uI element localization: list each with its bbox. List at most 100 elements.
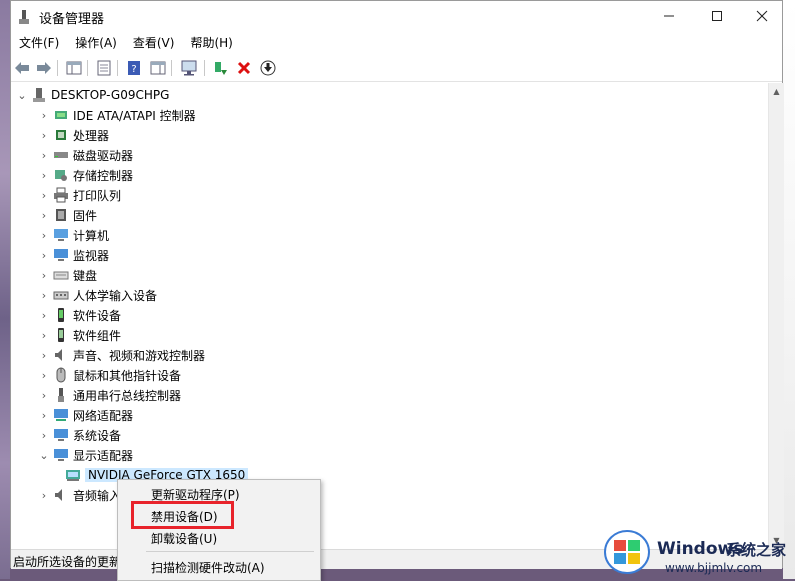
- watermark-url: www.bjjmlv.com: [665, 561, 763, 575]
- chevron-right-icon[interactable]: ›: [39, 365, 49, 385]
- chevron-right-icon[interactable]: ›: [39, 145, 49, 165]
- close-button[interactable]: [739, 1, 785, 31]
- toolbar-divider: [57, 60, 58, 76]
- uninstall-icon[interactable]: [235, 59, 253, 77]
- chevron-right-icon[interactable]: ›: [39, 205, 49, 225]
- tree-category[interactable]: › 声音、视频和游戏控制器: [39, 345, 205, 365]
- chevron-right-icon[interactable]: ›: [39, 225, 49, 245]
- tree-root[interactable]: ⌄ DESKTOP-G09CHPG: [17, 85, 169, 105]
- hid-icon: [53, 287, 69, 303]
- tree-category[interactable]: › 存储控制器: [39, 165, 133, 185]
- tree-category[interactable]: › IDE ATA/ATAPI 控制器: [39, 105, 196, 125]
- properties-icon[interactable]: [95, 59, 113, 77]
- chevron-right-icon[interactable]: ›: [39, 105, 49, 125]
- printer-icon: [53, 187, 69, 203]
- menu-help[interactable]: 帮助(H): [182, 31, 240, 53]
- chevron-right-icon[interactable]: ›: [39, 185, 49, 205]
- display-adapter-icon: [65, 467, 81, 483]
- minimize-button[interactable]: [646, 1, 692, 31]
- tree-category-label: 磁盘驱动器: [73, 148, 134, 163]
- disk-icon: [53, 147, 69, 163]
- tree-category-label: 显示适配器: [73, 448, 134, 463]
- disable-device-icon[interactable]: [259, 59, 277, 77]
- computer-icon: [31, 87, 47, 103]
- scroll-up-icon[interactable]: ▲: [769, 83, 784, 100]
- chevron-right-icon[interactable]: ›: [39, 385, 49, 405]
- chevron-down-icon[interactable]: ⌄: [17, 85, 27, 105]
- chevron-right-icon[interactable]: ›: [39, 165, 49, 185]
- tree-category[interactable]: › 软件设备: [39, 305, 121, 325]
- tree-category[interactable]: › 软件组件: [39, 325, 121, 345]
- update-driver-icon[interactable]: [211, 59, 229, 77]
- tree-category[interactable]: ⌄ 显示适配器: [39, 445, 133, 465]
- highlight-annotation: [131, 501, 234, 529]
- chevron-right-icon[interactable]: ›: [39, 325, 49, 345]
- chevron-right-icon[interactable]: ›: [39, 345, 49, 365]
- tree-category[interactable]: › 监视器: [39, 245, 109, 265]
- computer-icon: [53, 227, 69, 243]
- tree-item-audio[interactable]: › 音频输入: [39, 485, 121, 505]
- chevron-right-icon[interactable]: ›: [39, 425, 49, 445]
- menu-view[interactable]: 查看(V): [125, 31, 183, 53]
- menu-bar: 文件(F) 操作(A) 查看(V) 帮助(H): [11, 31, 782, 53]
- mouse-icon: [53, 367, 69, 383]
- tree-category[interactable]: › 处理器: [39, 125, 109, 145]
- tree-category[interactable]: › 打印队列: [39, 185, 121, 205]
- tree-category[interactable]: › 人体学输入设备: [39, 285, 157, 305]
- tree-category-label: 处理器: [73, 128, 110, 143]
- sound-icon: [53, 347, 69, 363]
- tree-category-label: 打印队列: [73, 188, 122, 203]
- chevron-right-icon[interactable]: ›: [39, 245, 49, 265]
- tree-category-label: 声音、视频和游戏控制器: [73, 348, 206, 363]
- software-component-icon: [53, 327, 69, 343]
- chevron-right-icon[interactable]: ›: [39, 405, 49, 425]
- help-icon[interactable]: ?: [125, 59, 143, 77]
- tree-category[interactable]: › 计算机: [39, 225, 109, 245]
- scan-hardware-icon[interactable]: [181, 59, 199, 77]
- toolbar-divider: [171, 60, 172, 76]
- chevron-right-icon[interactable]: ›: [39, 125, 49, 145]
- status-text: 启动所选设备的更新: [13, 555, 122, 569]
- tree-category[interactable]: › 通用串行总线控制器: [39, 385, 181, 405]
- maximize-button[interactable]: [694, 1, 740, 31]
- chevron-right-icon[interactable]: ›: [39, 485, 49, 505]
- chevron-right-icon[interactable]: ›: [39, 285, 49, 305]
- chevron-right-icon[interactable]: ›: [39, 305, 49, 325]
- tree-category[interactable]: › 网络适配器: [39, 405, 133, 425]
- forward-icon[interactable]: [35, 59, 53, 77]
- chevron-down-icon[interactable]: ⌄: [39, 445, 49, 465]
- software-device-icon: [53, 307, 69, 323]
- toolbar-divider: [117, 60, 118, 76]
- audio-icon: [53, 487, 69, 503]
- menu-action[interactable]: 操作(A): [67, 31, 125, 53]
- action-pane-icon[interactable]: [149, 59, 167, 77]
- menu-file[interactable]: 文件(F): [11, 31, 67, 53]
- vertical-scrollbar[interactable]: ▲ ▼: [768, 83, 784, 549]
- tree-category[interactable]: › 固件: [39, 205, 97, 225]
- tree-category[interactable]: › 鼠标和其他指针设备: [39, 365, 181, 385]
- toolbar-divider: [87, 60, 88, 76]
- context-menu: 更新驱动程序(P) 禁用设备(D) 卸载设备(U) 扫描检测硬件改动(A): [117, 479, 321, 581]
- tree-category[interactable]: › 键盘: [39, 265, 97, 285]
- tree-category-label: 系统设备: [73, 428, 122, 443]
- window-title: 设备管理器: [39, 12, 105, 27]
- tree-category[interactable]: › 系统设备: [39, 425, 121, 445]
- watermark: Windows 系统之家 www.bjjmlv.com: [595, 523, 795, 579]
- toolbar: ?: [11, 55, 782, 82]
- tree-category-label: 鼠标和其他指针设备: [73, 368, 182, 383]
- title-bar[interactable]: 设备管理器: [11, 1, 782, 31]
- show-hide-tree-icon[interactable]: [65, 59, 83, 77]
- tree-category[interactable]: › 磁盘驱动器: [39, 145, 133, 165]
- tree-category-label: 通用串行总线控制器: [73, 388, 182, 403]
- context-scan-hardware[interactable]: 扫描检测硬件改动(A): [151, 559, 265, 576]
- firmware-icon: [53, 207, 69, 223]
- context-uninstall-device[interactable]: 卸载设备(U): [151, 530, 217, 547]
- windows-logo-icon: [603, 529, 651, 578]
- desktop-background-right: [783, 0, 795, 579]
- audio-label: 音频输入: [73, 488, 122, 503]
- chevron-right-icon[interactable]: ›: [39, 265, 49, 285]
- tree-category-label: 键盘: [73, 268, 98, 283]
- keyboard-icon: [53, 267, 69, 283]
- monitor-icon: [53, 247, 69, 263]
- back-icon[interactable]: [13, 59, 31, 77]
